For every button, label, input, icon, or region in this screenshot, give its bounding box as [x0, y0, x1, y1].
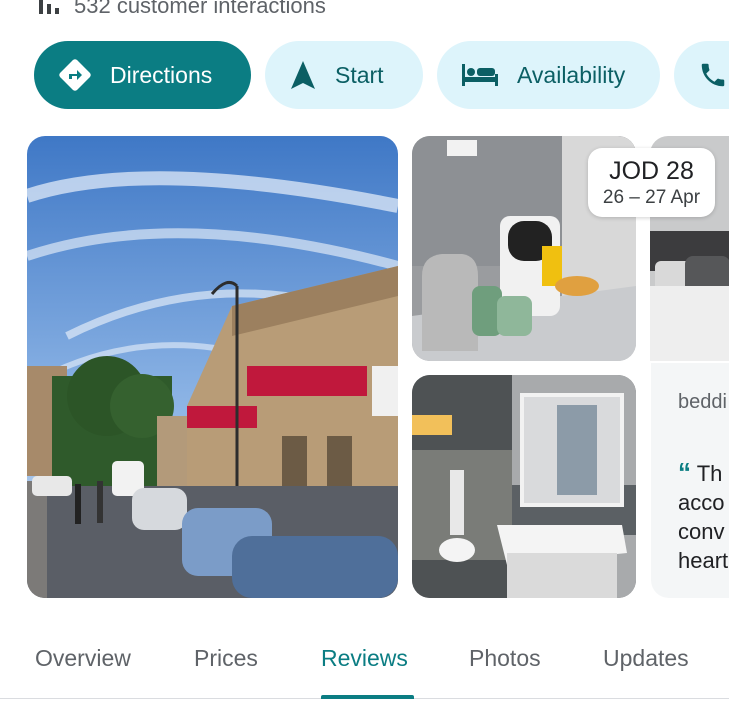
price-badge[interactable]: JOD 28 26 – 27 Apr: [588, 148, 715, 217]
review-quote-line: Th: [696, 461, 723, 486]
start-button[interactable]: Start: [265, 41, 423, 109]
interactions-text: 532 customer interactions: [74, 0, 326, 18]
review-quote-line: acco: [678, 490, 725, 515]
start-label: Start: [335, 61, 384, 88]
tab-prices[interactable]: Prices: [194, 645, 258, 672]
review-quote-line: heart: [678, 548, 729, 573]
review-topic: beddi: [678, 391, 727, 413]
place-tabs: Overview Prices Reviews Photos Updates: [0, 628, 729, 699]
customer-interactions-summary[interactable]: 532 customer interactions: [38, 0, 326, 20]
call-button[interactable]: [674, 41, 729, 109]
price-amount: JOD 28: [609, 156, 694, 185]
review-quote-line: conv: [678, 519, 725, 544]
phone-icon: [698, 60, 728, 90]
bar-chart-icon: [38, 0, 60, 16]
active-tab-indicator: [321, 695, 414, 699]
availability-label: Availability: [517, 61, 626, 88]
action-chips-row: Directions Start Availability: [34, 41, 729, 109]
directions-icon: [58, 58, 92, 92]
availability-button[interactable]: Availability: [437, 41, 660, 109]
street-view-photo[interactable]: [27, 136, 398, 598]
bed-icon: [461, 62, 499, 88]
bathroom-image: [412, 375, 636, 598]
tab-photos[interactable]: Photos: [469, 645, 541, 672]
directions-label: Directions: [110, 61, 213, 88]
review-quote: “ Th acco conv heart: [678, 458, 728, 575]
navigation-arrow-icon: [289, 59, 317, 91]
quote-mark-icon: “: [678, 457, 691, 487]
review-card[interactable]: beddi “ Th acco conv heart: [651, 363, 729, 598]
tab-reviews[interactable]: Reviews: [321, 645, 408, 672]
tab-overview[interactable]: Overview: [35, 645, 131, 672]
directions-button[interactable]: Directions: [34, 41, 251, 109]
price-dates: 26 – 27 Apr: [602, 186, 701, 208]
tab-updates[interactable]: Updates: [603, 645, 689, 672]
bathroom-photo[interactable]: [412, 375, 636, 598]
street-scene-image: [27, 136, 398, 598]
